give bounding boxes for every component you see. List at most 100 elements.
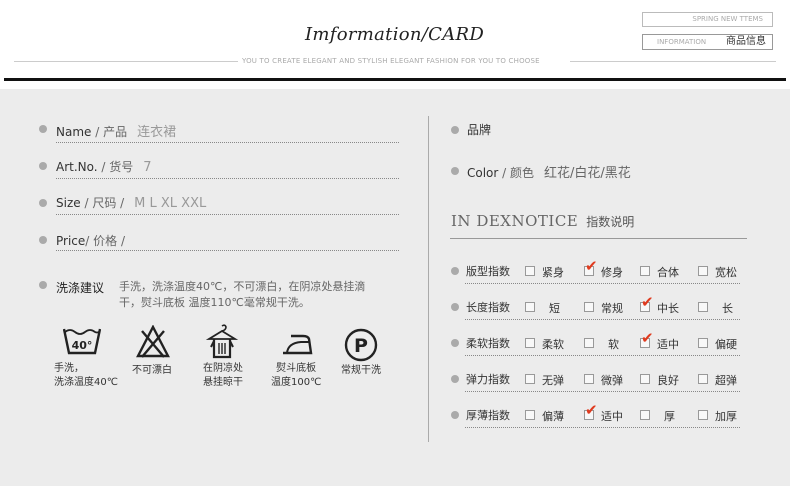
brand-cn: 品牌 xyxy=(467,123,492,137)
color-cn: 颜色 xyxy=(510,166,535,180)
wash-tub-caption-2: 洗涤温度40℃ xyxy=(54,377,118,388)
wash-tub-icon: 40° xyxy=(62,326,102,360)
subtitle-rule-right xyxy=(570,61,776,62)
size-en: Size xyxy=(56,196,81,210)
name-field: Name / 产品 连衣裙 xyxy=(56,121,176,140)
index-checkbox[interactable] xyxy=(584,302,594,312)
price-field: Price/ 价格 / xyxy=(56,232,135,249)
price-underline xyxy=(56,250,399,251)
name-value: 连衣裙 xyxy=(137,125,177,140)
price-sep: / xyxy=(85,234,94,248)
size-sep: / xyxy=(80,196,93,210)
index-checkbox[interactable] xyxy=(525,410,535,420)
bullet-dot xyxy=(451,267,459,275)
index-checkbox[interactable] xyxy=(698,410,708,420)
artno-en: Art.No. xyxy=(56,160,98,174)
hang-dry-icon xyxy=(205,323,239,363)
index-option-label: 短 xyxy=(549,302,560,315)
index-checkbox[interactable] xyxy=(584,374,594,384)
index-row-label: 厚薄指数 xyxy=(466,409,510,422)
bullet-dot xyxy=(39,125,47,133)
size-underline xyxy=(56,214,399,215)
artno-cn: 货号 xyxy=(109,160,134,174)
card-subtitle: YOU TO CREATE ELEGANT AND STYLISH ELEGAN… xyxy=(242,57,540,65)
index-option-label: 修身 xyxy=(601,266,623,279)
index-option-label: 偏薄 xyxy=(542,410,564,423)
name-sep: / xyxy=(91,125,104,139)
index-row-underline xyxy=(465,319,740,320)
index-option-label: 软 xyxy=(608,338,619,351)
bullet-dot xyxy=(451,167,459,175)
index-checkbox[interactable] xyxy=(698,338,708,348)
index-row-underline xyxy=(465,427,740,428)
index-checkbox[interactable] xyxy=(525,302,535,312)
name-underline xyxy=(56,142,399,143)
checkmark-icon: ✔ xyxy=(641,329,654,347)
index-row-underline xyxy=(465,391,740,392)
index-row-label: 柔软指数 xyxy=(466,337,510,350)
bullet-dot xyxy=(39,281,47,289)
index-row-underline xyxy=(465,355,740,356)
checkmark-icon: ✔ xyxy=(585,257,598,275)
index-checkbox[interactable] xyxy=(525,338,535,348)
bullet-dot xyxy=(451,411,459,419)
dry-clean-caption: 常规干洗 xyxy=(341,365,381,376)
bullet-dot xyxy=(39,236,47,244)
color-en: Color xyxy=(467,166,499,180)
index-option-label: 无弹 xyxy=(542,374,564,387)
size-field: Size / 尺码 / M L XL XXL xyxy=(56,194,206,211)
color-sep: / xyxy=(498,166,511,180)
size-value: M L XL XXL xyxy=(134,196,207,211)
index-checkbox[interactable] xyxy=(698,302,708,312)
card-title: Imformation/CARD xyxy=(305,24,485,45)
iron-caption-1: 熨斗底板 xyxy=(276,363,317,374)
hang-dry-caption: 在阴凉处 悬挂晾干 xyxy=(203,362,243,390)
index-checkbox[interactable] xyxy=(640,374,650,384)
index-checkbox[interactable] xyxy=(698,374,708,384)
index-option-label: 常规 xyxy=(601,302,623,315)
header: Imformation/CARD YOU TO CREATE ELEGANT A… xyxy=(0,0,790,88)
index-row-label: 弹力指数 xyxy=(466,373,510,386)
spring-new-items-box: SPRING NEW TTEMS xyxy=(642,12,773,27)
column-divider xyxy=(428,116,429,442)
index-checkbox[interactable] xyxy=(584,338,594,348)
index-option-label: 厚 xyxy=(664,410,675,423)
bullet-dot xyxy=(451,375,459,383)
dry-clean-p-icon: P xyxy=(344,328,378,366)
information-en: INFORMATION xyxy=(657,38,707,46)
color-value: 红花/白花/黑花 xyxy=(544,166,631,181)
artno-sep: / xyxy=(97,160,110,174)
index-option-label: 中长 xyxy=(657,302,679,315)
index-checkbox[interactable] xyxy=(525,374,535,384)
index-checkbox[interactable] xyxy=(640,410,650,420)
wash-advice-text: 手洗，洗涤温度40℃，不可漂白，在阴凉处悬挂滴干，熨斗底板 温度110℃毫常规干… xyxy=(119,280,366,309)
index-checkbox[interactable] xyxy=(698,266,708,276)
index-checkbox[interactable] xyxy=(640,266,650,276)
wash-advice-label: 洗涤建议 xyxy=(56,281,105,295)
index-option-label: 宽松 xyxy=(715,266,737,279)
name-en: Name xyxy=(56,125,92,139)
header-divider xyxy=(4,78,786,81)
name-cn: 产品 xyxy=(103,125,128,139)
index-option-label: 良好 xyxy=(657,374,679,387)
artno-field: Art.No. / 货号 7 xyxy=(56,158,152,175)
artno-value: 7 xyxy=(143,160,152,175)
index-option-label: 紧身 xyxy=(542,266,564,279)
index-checkbox[interactable] xyxy=(525,266,535,276)
size-cn: 尺码 / xyxy=(92,196,125,210)
index-title-en: IN DEXNOTICE xyxy=(451,212,579,230)
hang-dry-caption-1: 在阴凉处 xyxy=(203,363,243,374)
wash-tub-caption-1: 手洗， xyxy=(54,363,84,374)
information-cn: 商品信息 xyxy=(726,36,766,47)
wash-tub-caption: 手洗， 洗涤温度40℃ xyxy=(54,362,118,390)
hang-dry-caption-2: 悬挂晾干 xyxy=(203,377,243,388)
index-option-label: 微弹 xyxy=(601,374,623,387)
color-field: Color / 颜色 红花/白花/黑花 xyxy=(467,162,631,181)
no-bleach-caption: 不可漂白 xyxy=(132,365,172,376)
no-bleach-icon xyxy=(136,324,170,363)
index-row-label: 版型指数 xyxy=(466,265,510,278)
information-box: INFORMATION 商品信息 xyxy=(642,34,773,50)
index-option-label: 长 xyxy=(722,302,733,315)
bullet-dot xyxy=(451,303,459,311)
checkmark-icon: ✔ xyxy=(585,401,598,419)
